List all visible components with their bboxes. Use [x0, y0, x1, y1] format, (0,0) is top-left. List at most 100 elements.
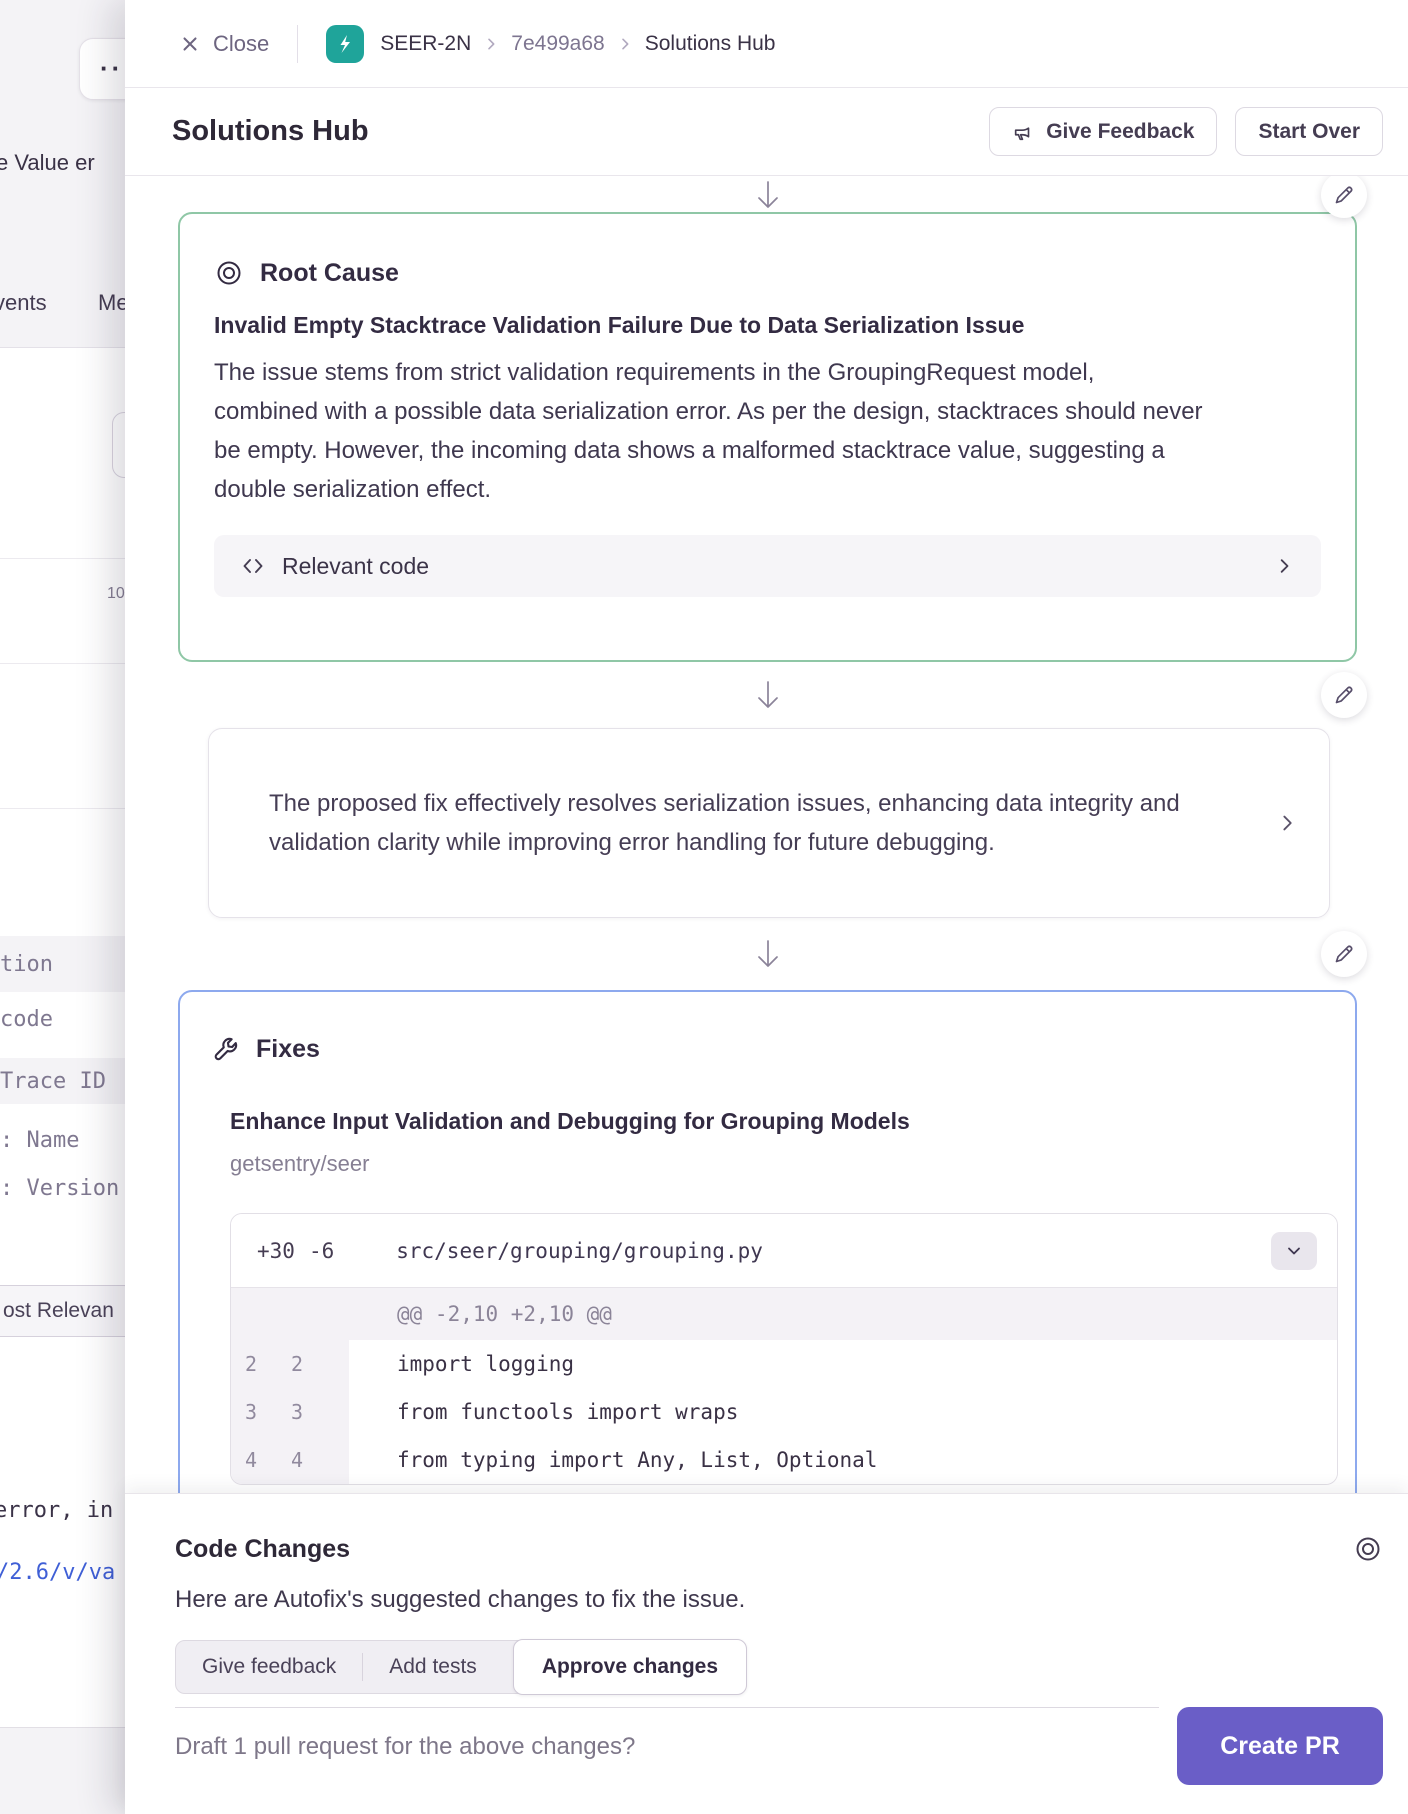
- insight-card[interactable]: The proposed fix effectively resolves se…: [208, 728, 1330, 918]
- background-docs-link[interactable]: /2.6/v/va: [0, 1560, 115, 1585]
- arrow-down-icon: [755, 180, 781, 210]
- edit-fixes-button[interactable]: [1321, 931, 1367, 977]
- close-label: Close: [213, 31, 269, 57]
- chevron-right-icon: [1275, 556, 1295, 576]
- diff-code-text: from functools import wraps: [349, 1400, 738, 1424]
- diff-line: 4 4 from typing import Any, List, Option…: [231, 1436, 1337, 1484]
- ellipsis-icon: ··: [100, 53, 123, 84]
- background-footer-bar: [0, 1727, 125, 1814]
- background-tab-me[interactable]: Me: [98, 290, 125, 316]
- background-more-actions-button[interactable]: ··: [79, 38, 125, 100]
- background-table-row: code: [0, 992, 125, 1046]
- code-changes-description: Here are Autofix's suggested changes to …: [175, 1586, 1383, 1614]
- edit-insight-button[interactable]: [1321, 672, 1367, 718]
- divider: [0, 558, 125, 559]
- background-sort-button[interactable]: ost Relevan: [0, 1285, 125, 1337]
- arrow-down-icon: [755, 939, 781, 969]
- create-pr-button[interactable]: Create PR: [1177, 1707, 1383, 1785]
- divider: [0, 808, 125, 809]
- code-changes-footer: Code Changes Here are Autofix's suggeste…: [125, 1493, 1408, 1814]
- diff-hunk-header: @@ -2,10 +2,10 @@: [231, 1288, 1337, 1340]
- diff-line-numbers: 2 2: [231, 1340, 349, 1388]
- flow-connector-row: [178, 662, 1357, 728]
- diff-file-path: src/seer/grouping/grouping.py: [396, 1239, 763, 1263]
- fixes-heading: Fixes: [256, 1035, 320, 1064]
- root-cause-body: The issue stems from strict validation r…: [214, 353, 1204, 509]
- breadcrumb-issue[interactable]: 7e499a68: [511, 32, 604, 56]
- solutions-hub-panel: Close SEER-2N 7e499a68 Solutions Hub Sol…: [125, 0, 1408, 1814]
- diff-header[interactable]: +30 -6 src/seer/grouping/grouping.py: [231, 1214, 1337, 1288]
- fixes-card: Fixes Enhance Input Validation and Debug…: [178, 990, 1357, 1493]
- divider: [0, 663, 125, 664]
- close-icon: [179, 33, 201, 55]
- give-feedback-action[interactable]: Give feedback: [176, 1655, 362, 1679]
- give-feedback-label: Give Feedback: [1046, 120, 1194, 144]
- root-cause-heading: Root Cause: [260, 259, 399, 288]
- code-changes-heading: Code Changes: [175, 1535, 350, 1564]
- background-search-input[interactable]: [112, 412, 125, 478]
- root-cause-card: Root Cause Invalid Empty Stacktrace Vali…: [178, 212, 1357, 662]
- background-table-row: tion: [0, 936, 125, 992]
- background-table-row: : Name: [0, 1116, 125, 1164]
- close-button[interactable]: Close: [179, 31, 269, 57]
- fix-title: Enhance Input Validation and Debugging f…: [230, 1108, 1338, 1135]
- background-count-label: 10: [107, 585, 125, 603]
- background-tab-events[interactable]: vents: [0, 290, 47, 316]
- breadcrumb-page: Solutions Hub: [645, 32, 776, 56]
- pull-request-row: Draft 1 pull request for the above chang…: [175, 1707, 1383, 1785]
- chevron-right-icon: [483, 36, 499, 52]
- diff-line-numbers: 4 4: [231, 1436, 349, 1484]
- relevant-code-label: Relevant code: [282, 553, 429, 580]
- diff-block: +30 -6 src/seer/grouping/grouping.py @@ …: [230, 1213, 1338, 1485]
- breadcrumb-project[interactable]: SEER-2N: [380, 32, 471, 56]
- background-table-row: : Version: [0, 1164, 125, 1212]
- background-table-row: Trace ID: [0, 1058, 125, 1104]
- diff-line-numbers: 3 3: [231, 1388, 349, 1436]
- insight-text: The proposed fix effectively resolves se…: [269, 784, 1239, 862]
- flow-connector-row: [178, 918, 1357, 990]
- target-icon: [214, 258, 244, 288]
- fixes-header: Fixes: [210, 1034, 1338, 1064]
- diff-collapse-button[interactable]: [1271, 1232, 1317, 1270]
- pencil-icon: [1332, 942, 1356, 966]
- relevant-code-expander[interactable]: Relevant code: [214, 535, 1321, 597]
- diff-line: 3 3 from functools import wraps: [231, 1388, 1337, 1436]
- flow-connector-row: [178, 178, 1357, 212]
- code-icon: [240, 553, 266, 579]
- approve-changes-action[interactable]: Approve changes: [513, 1639, 747, 1695]
- root-cause-title: Invalid Empty Stacktrace Validation Fail…: [214, 312, 1321, 339]
- background-page: ·· e Value er vents Me 10 tion code Trac…: [0, 0, 125, 1814]
- background-issue-title: e Value er: [0, 150, 95, 176]
- diff-line: 2 2 import logging: [231, 1340, 1337, 1388]
- diff-code-text: from typing import Any, List, Optional: [349, 1448, 877, 1472]
- chevron-right-icon: [1277, 812, 1299, 834]
- divider: [297, 25, 298, 63]
- root-cause-header: Root Cause: [214, 258, 1321, 288]
- panel-header: Solutions Hub Give Feedback Start Over: [125, 88, 1408, 176]
- edit-root-cause-button[interactable]: [1321, 176, 1367, 218]
- give-feedback-button[interactable]: Give Feedback: [989, 107, 1217, 156]
- target-icon: [1353, 1534, 1383, 1564]
- panel-topbar: Close SEER-2N 7e499a68 Solutions Hub: [125, 0, 1408, 88]
- diff-code-text: import logging: [349, 1352, 574, 1376]
- start-over-label: Start Over: [1258, 120, 1360, 144]
- pencil-icon: [1332, 683, 1356, 707]
- arrow-down-icon: [755, 680, 781, 710]
- seer-logo-icon: [326, 25, 364, 63]
- wrench-icon: [210, 1034, 240, 1064]
- draft-pr-prompt: Draft 1 pull request for the above chang…: [175, 1707, 1159, 1785]
- code-changes-actions: Give feedback Add tests Approve changes: [175, 1640, 747, 1694]
- diff-removed-count: -6: [309, 1239, 334, 1263]
- fix-repo: getsentry/seer: [230, 1151, 1338, 1177]
- chevron-down-icon: [1284, 1241, 1304, 1261]
- chevron-right-icon: [617, 36, 633, 52]
- start-over-button[interactable]: Start Over: [1235, 107, 1383, 156]
- code-changes-header: Code Changes: [175, 1534, 1383, 1564]
- solutions-scroll-area[interactable]: Root Cause Invalid Empty Stacktrace Vali…: [125, 176, 1408, 1493]
- background-stacktrace-text: error, in: [0, 1498, 113, 1523]
- add-tests-action[interactable]: Add tests: [363, 1655, 503, 1679]
- megaphone-icon: [1012, 121, 1034, 143]
- pencil-icon: [1332, 183, 1356, 207]
- background-header-area: ·· e Value er vents Me: [0, 0, 125, 348]
- diff-added-count: +30: [257, 1239, 295, 1263]
